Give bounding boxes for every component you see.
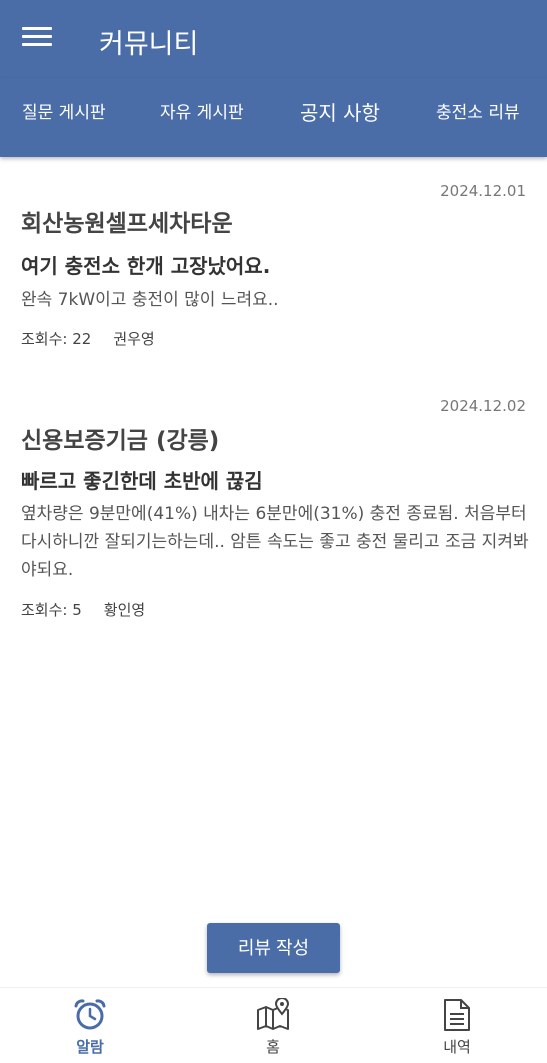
post-date: 2024.12.01: [440, 182, 526, 200]
bottom-navigation: 알람 홈 내역: [0, 987, 547, 1063]
post-station-name: 신용보증기금 (강릉): [21, 428, 220, 454]
nav-label-history: 내역: [443, 1038, 471, 1056]
map-icon: [257, 998, 290, 1030]
hamburger-menu-icon[interactable]: [22, 27, 52, 49]
post-title: 빠르고 좋긴한데 초반에 끊김: [21, 469, 263, 493]
nav-item-home[interactable]: 홈: [213, 988, 333, 1063]
post-views: 조회수: 5: [21, 601, 82, 619]
nav-item-alarm[interactable]: 알람: [30, 988, 150, 1063]
post-body: 완속 7kW이고 충전이 많이 느려요..: [21, 290, 279, 310]
post-body: 옆차량은 9분만에(41%) 내차는 6분만에(31%) 충전 종료됨. 처음부…: [21, 504, 529, 580]
tab-notice[interactable]: 공지 사항: [300, 78, 380, 157]
app-bar: 커뮤니티: [0, 0, 547, 78]
alarm-clock-icon: [74, 999, 106, 1030]
document-icon: [444, 999, 470, 1031]
post-station-name: 회산농원셀프세차타운: [21, 211, 233, 237]
post-item[interactable]: 2024.12.01 회산농원셀프세차타운 여기 충전소 한개 고장났어요. 완…: [0, 182, 547, 362]
nav-item-history[interactable]: 내역: [397, 988, 517, 1063]
nav-label-home: 홈: [266, 1038, 280, 1056]
page-title: 커뮤니티: [99, 29, 199, 60]
post-item[interactable]: 2024.12.02 신용보증기금 (강릉) 빠르고 좋긴한데 초반에 끊김 옆…: [0, 397, 547, 627]
tab-charger-review[interactable]: 충전소 리뷰: [436, 78, 520, 157]
write-review-button[interactable]: 리뷰 작성: [207, 923, 340, 973]
board-tabs: 질문 게시판 자유 게시판 공지 사항 충전소 리뷰: [0, 78, 547, 157]
post-date: 2024.12.02: [440, 397, 526, 415]
tab-question-board[interactable]: 질문 게시판: [22, 78, 106, 157]
post-meta: 조회수: 5 황인영: [21, 599, 145, 620]
post-views: 조회수: 22: [21, 330, 92, 348]
tab-free-board[interactable]: 자유 게시판: [160, 78, 244, 157]
post-meta: 조회수: 22 권우영: [21, 328, 155, 349]
nav-label-alarm: 알람: [76, 1038, 104, 1056]
post-author: 황인영: [103, 601, 146, 619]
post-title: 여기 충전소 한개 고장났어요.: [21, 254, 271, 278]
post-author: 권우영: [113, 330, 155, 348]
